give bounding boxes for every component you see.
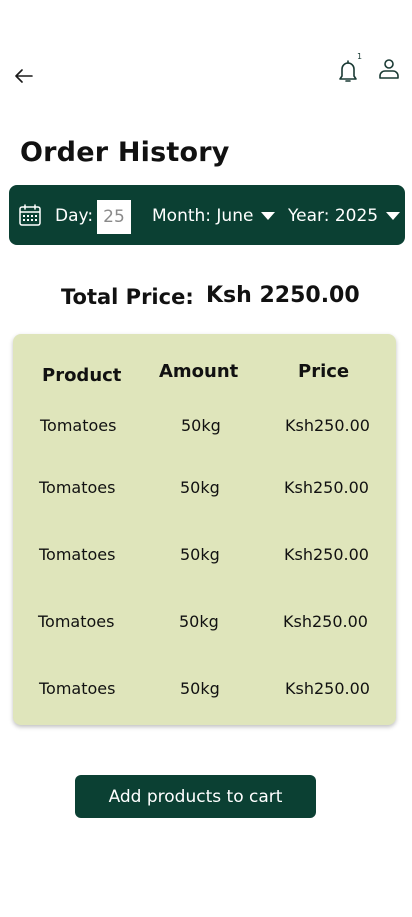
notification-count-badge: 1 [357, 52, 363, 61]
order-history-table: Product Amount Price Tomatoes 50kg Ksh25… [13, 334, 396, 725]
table-row[interactable]: Tomatoes 50kg Ksh250.00 [13, 416, 396, 440]
cell-product: Tomatoes [38, 612, 115, 631]
cell-product: Tomatoes [39, 679, 116, 698]
back-button[interactable] [12, 64, 36, 88]
year-dropdown-label: Year: 2025 [288, 206, 379, 226]
cell-amount: 50kg [181, 416, 221, 435]
dropdown-triangle-icon [386, 212, 401, 220]
page-title: Order History [20, 137, 230, 168]
profile-button[interactable] [377, 57, 401, 81]
table-row[interactable]: Tomatoes 50kg Ksh250.00 [13, 679, 396, 703]
month-dropdown-label: Month: June [152, 206, 254, 226]
total-price-label: Total Price: [61, 285, 194, 309]
cell-price: Ksh250.00 [284, 545, 369, 564]
cell-price: Ksh250.00 [284, 478, 369, 497]
column-header-price: Price [298, 361, 350, 382]
day-input[interactable] [97, 200, 131, 234]
column-header-product: Product [42, 365, 122, 386]
month-dropdown[interactable]: Month: June [152, 206, 276, 226]
calendar-icon[interactable] [19, 204, 41, 226]
user-icon [379, 59, 399, 79]
cell-amount: 50kg [179, 612, 219, 631]
dropdown-triangle-icon [261, 212, 276, 220]
bell-icon [339, 60, 357, 82]
table-row[interactable]: Tomatoes 50kg Ksh250.00 [13, 478, 396, 502]
cell-price: Ksh250.00 [285, 416, 370, 435]
cell-product: Tomatoes [39, 545, 116, 564]
column-header-amount: Amount [159, 361, 239, 382]
add-products-to-cart-button[interactable]: Add products to cart [75, 775, 316, 818]
day-label: Day: [55, 206, 94, 226]
cell-amount: 50kg [180, 545, 220, 564]
cell-price: Ksh250.00 [285, 679, 370, 698]
cell-amount: 50kg [180, 478, 220, 497]
table-row[interactable]: Tomatoes 50kg Ksh250.00 [13, 612, 396, 636]
date-filter-bar: Day: Month: June Year: 2025 [9, 185, 405, 245]
table-row[interactable]: Tomatoes 50kg Ksh250.00 [13, 545, 396, 569]
year-dropdown[interactable]: Year: 2025 [288, 206, 401, 226]
total-price-value: Ksh 2250.00 [206, 283, 360, 308]
cell-price: Ksh250.00 [283, 612, 368, 631]
cell-amount: 50kg [180, 679, 220, 698]
cell-product: Tomatoes [39, 478, 116, 497]
notifications-button[interactable] [336, 57, 362, 85]
back-arrow-icon [15, 69, 33, 83]
cell-product: Tomatoes [40, 416, 117, 435]
